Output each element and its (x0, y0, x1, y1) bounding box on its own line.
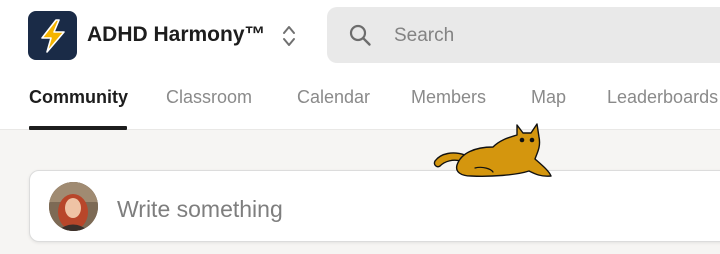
tab-members[interactable]: Members (411, 87, 486, 108)
tab-calendar[interactable]: Calendar (297, 87, 370, 108)
post-composer[interactable]: Write something (29, 170, 720, 242)
community-switcher-button[interactable] (277, 22, 301, 50)
search-icon (349, 24, 371, 46)
write-something-placeholder: Write something (117, 196, 283, 222)
tab-community[interactable]: Community (29, 87, 128, 108)
tab-leaderboards[interactable]: Leaderboards (607, 87, 718, 108)
chevron-up-down-icon (283, 26, 295, 46)
tab-map[interactable]: Map (531, 87, 566, 108)
top-header: ADHD Harmony™ Search Community Classroom… (0, 0, 720, 130)
lightning-bolt-icon (40, 18, 65, 53)
user-avatar-image (49, 182, 98, 231)
tab-classroom[interactable]: Classroom (166, 87, 252, 108)
avatar[interactable] (49, 182, 98, 231)
app-name[interactable]: ADHD Harmony™ (87, 23, 266, 47)
search-input[interactable]: Search (327, 7, 720, 63)
active-tab-indicator (29, 126, 127, 130)
app-logo[interactable] (28, 11, 77, 60)
cat-sticker (433, 123, 552, 177)
search-placeholder: Search (394, 25, 455, 46)
